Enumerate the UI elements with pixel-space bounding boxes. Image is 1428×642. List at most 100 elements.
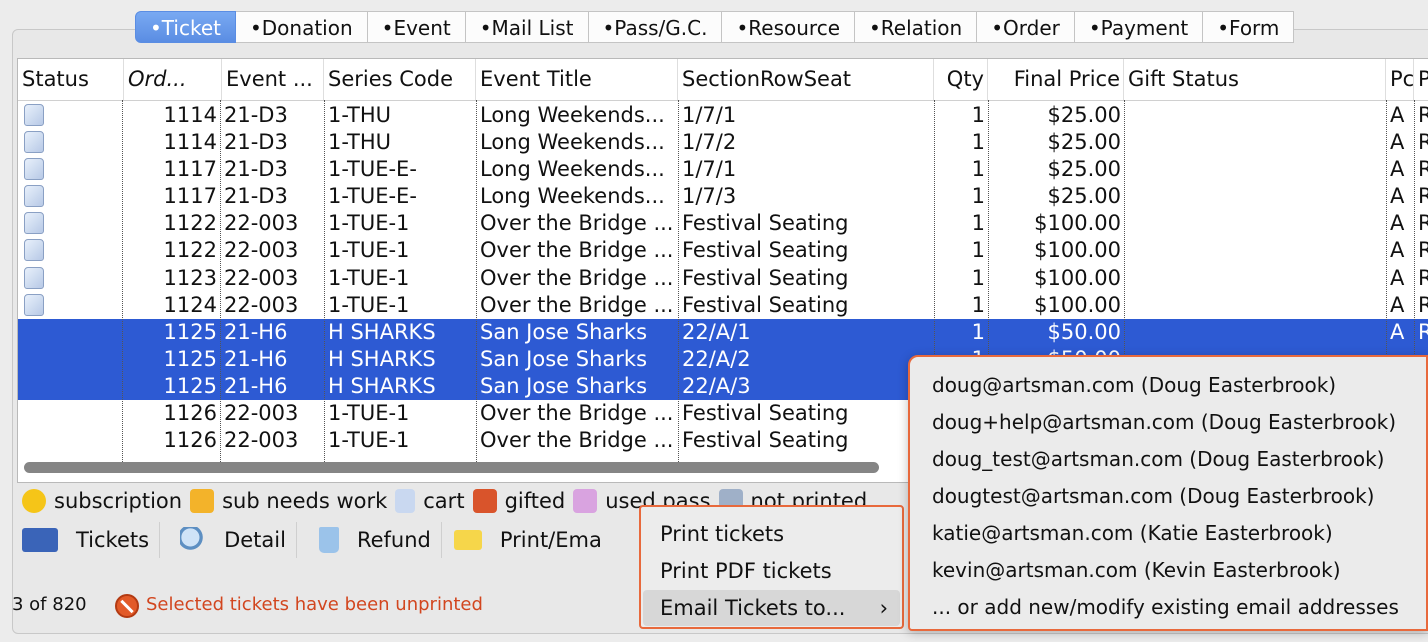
column-header-order[interactable]: Ord... [124, 59, 222, 100]
tab-bar: •Ticket •Donation •Event •Mail List •Pas… [135, 11, 1295, 45]
print-email-button[interactable]: Print/Ema [442, 522, 612, 558]
table-cell-qty: 1 [971, 103, 985, 127]
table-row[interactable]: 1122 22-003 1-TUE-1 Over the Bridge ... Fest… [18, 210, 1428, 237]
email-option[interactable]: doug+help@artsman.com (Doug Easterbrook) [932, 404, 1396, 441]
column-header-event-title[interactable]: Event Title [476, 59, 678, 100]
table-cell-title: Over the Bridge ... [480, 265, 674, 290]
column-header-status[interactable]: Status [18, 59, 124, 100]
column-divider [476, 100, 477, 468]
tab-donation[interactable]: •Donation [235, 11, 368, 43]
email-option[interactable]: kevin@artsman.com (Kevin Easterbrook) [932, 552, 1341, 589]
column-header-gift-status[interactable]: Gift Status [1124, 59, 1386, 100]
detail-button-label: Detail [224, 528, 286, 552]
tab-event[interactable]: •Event [367, 11, 466, 43]
table-cell-event: 22-003 [224, 211, 299, 236]
column-header-qty[interactable]: Qty [934, 59, 988, 100]
table-cell-seat: Festival Seating [682, 238, 849, 263]
table-cell-series: 1-THU [328, 130, 391, 155]
table-row[interactable]: 1122 22-003 1-TUE-1 Over the Bridge ... Fest… [18, 237, 1428, 264]
tab-order[interactable]: •Order [977, 11, 1075, 43]
table-row[interactable]: 1117 21-D3 1-TUE-E- Long Weekends... 1/7/3 1 $… [18, 183, 1428, 210]
tab-pass-gc[interactable]: •Pass/G.C. [588, 11, 723, 43]
table-cell-p: R [1414, 129, 1428, 156]
legend-cart: cart [395, 489, 465, 513]
status-cell [18, 102, 122, 129]
table-cell-pc: A [1390, 211, 1405, 236]
table-cell-pc: A [1390, 103, 1405, 127]
table-cell-pc: A [1390, 238, 1405, 263]
table-cell-price: $100.00 [1034, 211, 1121, 236]
tickets-button[interactable]: Tickets [12, 522, 161, 558]
menu-item-print-tickets[interactable]: Print tickets [643, 516, 900, 552]
detail-button[interactable]: Detail [160, 522, 297, 558]
table-cell-event: 21-D3 [224, 130, 288, 155]
table-cell-gift [1124, 292, 1386, 319]
cart-ticket-icon [24, 293, 44, 316]
table-cell-series: 1-TUE-1 [328, 238, 410, 263]
tab-relation[interactable]: •Relation [855, 11, 978, 43]
email-option[interactable]: katie@artsman.com (Katie Easterbrook) [932, 515, 1333, 552]
table-header: Status Ord... Event ... Series Code Even… [18, 59, 1428, 101]
table-cell-series: 1-TUE-E- [328, 157, 417, 182]
table-cell-price: $100.00 [1034, 265, 1121, 290]
status-cell [18, 265, 122, 292]
add-modify-email-option[interactable]: ... or add new/modify existing email add… [932, 589, 1399, 626]
horizontal-scrollbar[interactable] [24, 462, 879, 473]
legend-label: sub needs work [222, 489, 388, 513]
table-row[interactable]: 1124 22-003 1-TUE-1 Over the Bridge ... Fest… [18, 292, 1428, 319]
table-cell-title: Over the Bridge ... [480, 292, 674, 317]
table-cell-series: 1-TUE-1 [328, 211, 410, 236]
legend-label: subscription [54, 489, 183, 513]
table-cell-qty: 1 [971, 265, 985, 290]
table-cell-pc: A [1390, 319, 1405, 344]
table-cell-order: 1125 [163, 319, 217, 344]
table-cell-p: R [1414, 156, 1428, 183]
tab-payment[interactable]: •Payment [1074, 11, 1204, 43]
status-cell [18, 400, 122, 427]
table-row[interactable]: 1125 21-H6 H SHARKS San Jose Sharks 22/A/1 1 $… [18, 318, 1428, 346]
table-cell-title: Over the Bridge ... [480, 238, 674, 263]
table-cell-order: 1126 [163, 428, 217, 453]
column-header-pc[interactable]: Pc [1386, 59, 1414, 100]
menu-item-email-tickets-to[interactable]: Email Tickets to... › [643, 590, 900, 626]
tab-form[interactable]: •Form [1203, 11, 1295, 43]
table-cell-title: Long Weekends... [480, 103, 665, 127]
legend-gifted: gifted [472, 489, 566, 513]
column-header-final-price[interactable]: Final Price [988, 59, 1124, 100]
status-cell [18, 373, 122, 400]
table-cell-qty: 1 [971, 238, 985, 263]
table-row[interactable]: 1114 21-D3 1-THU Long Weekends... 1/7/2 1 $25.… [18, 129, 1428, 156]
table-cell-gift [1124, 319, 1386, 346]
table-cell-event: 21-H6 [224, 319, 288, 344]
table-row[interactable]: 1114 21-D3 1-THU Long Weekends... 1/7/1 1 $25.… [18, 102, 1428, 129]
column-header-p[interactable]: P [1414, 59, 1428, 100]
table-row[interactable]: 1123 22-003 1-TUE-1 Over the Bridge ... Fest… [18, 265, 1428, 292]
table-cell-event: 22-003 [224, 401, 299, 426]
tab-resource[interactable]: •Resource [722, 11, 855, 43]
legend-sub-needs-work: sub needs work [190, 489, 387, 513]
table-cell-event: 21-D3 [224, 103, 288, 127]
table-cell-price: $25.00 [1047, 130, 1121, 155]
refund-button[interactable]: Refund [297, 522, 442, 558]
table-cell-pc: A [1390, 157, 1405, 182]
column-header-section-row-seat[interactable]: SectionRowSeat [678, 59, 934, 100]
table-cell-event: 22-003 [224, 292, 299, 317]
table-cell-title: Over the Bridge ... [480, 401, 674, 426]
cart-ticket-icon [24, 239, 44, 262]
column-header-event[interactable]: Event ... [222, 59, 324, 100]
table-cell-seat: 22/A/1 [682, 319, 751, 344]
table-row[interactable]: 1117 21-D3 1-TUE-E- Long Weekends... 1/7/1 1 $… [18, 156, 1428, 183]
tab-ticket[interactable]: •Ticket [135, 11, 236, 43]
used-pass-icon [573, 489, 598, 513]
legend-label: gifted [504, 489, 566, 513]
table-cell-qty: 1 [971, 184, 985, 209]
tab-mail-list[interactable]: •Mail List [465, 11, 589, 43]
table-cell-price: $25.00 [1047, 157, 1121, 182]
email-option[interactable]: doug@artsman.com (Doug Easterbrook) [932, 367, 1336, 404]
column-header-series-code[interactable]: Series Code [324, 59, 476, 100]
table-cell-gift [1124, 156, 1386, 183]
email-option[interactable]: doug_test@artsman.com (Doug Easterbrook) [932, 441, 1384, 478]
table-cell-series: 1-TUE-1 [328, 265, 410, 290]
email-option[interactable]: dougtest@artsman.com (Doug Easterbrook) [932, 478, 1374, 515]
menu-item-print-pdf-tickets[interactable]: Print PDF tickets [643, 553, 900, 589]
